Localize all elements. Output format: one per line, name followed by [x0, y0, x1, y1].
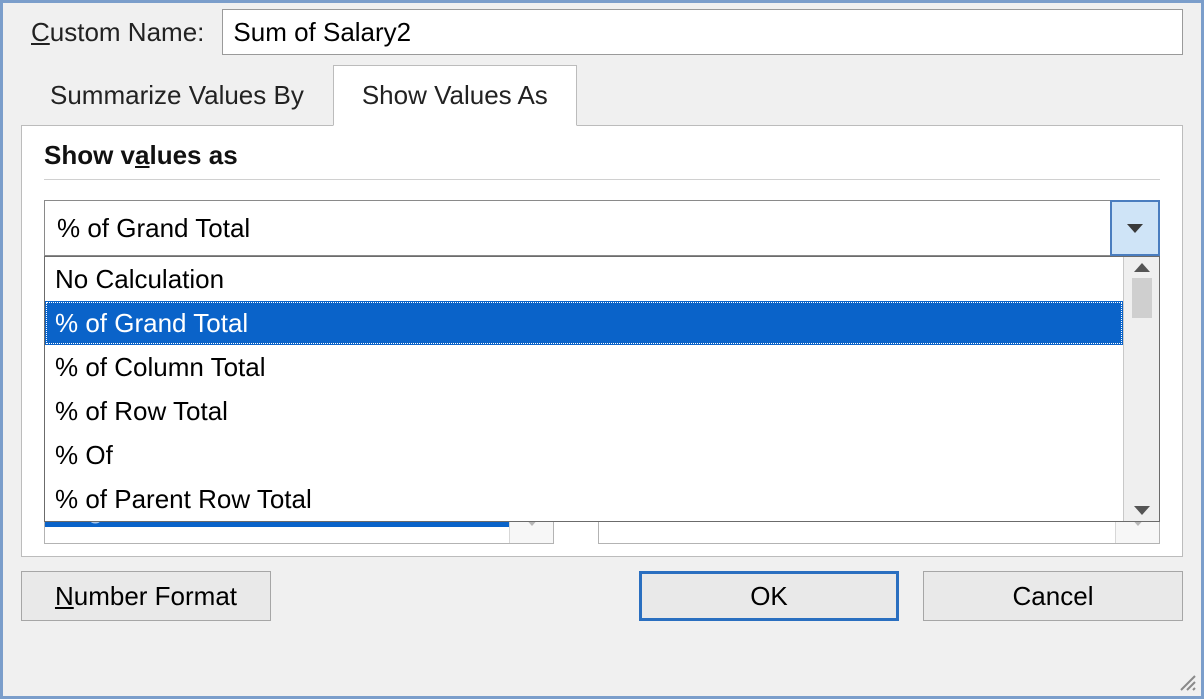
option-percent-grand-total[interactable]: % of Grand Total [45, 301, 1123, 345]
chevron-down-icon [1127, 224, 1143, 233]
dropdown-items: No Calculation % of Grand Total % of Col… [45, 257, 1123, 521]
combo-dropdown-button[interactable] [1110, 200, 1160, 256]
dropdown-scrollbar[interactable] [1123, 257, 1159, 521]
combo-dropdown-list: No Calculation % of Grand Total % of Col… [44, 256, 1160, 522]
number-format-button[interactable]: Number Format [21, 571, 271, 621]
resize-grip-icon[interactable] [1175, 670, 1197, 692]
option-percent-parent-row-total[interactable]: % of Parent Row Total [45, 477, 1123, 521]
option-percent-of[interactable]: % Of [45, 433, 1123, 477]
custom-name-label: Custom Name: [31, 17, 204, 48]
tab-summarize-values-by[interactable]: Summarize Values By [21, 65, 333, 126]
divider [44, 179, 1160, 180]
scroll-down-icon[interactable] [1134, 506, 1150, 515]
tab-panel-show-values-as: Show values as % of Grand Total No Calcu… [21, 125, 1183, 557]
value-field-settings-dialog: Custom Name: Summarize Values By Show Va… [0, 0, 1204, 699]
option-percent-column-total[interactable]: % of Column Total [45, 345, 1123, 389]
scroll-thumb[interactable] [1132, 278, 1152, 318]
scroll-up-icon[interactable] [1134, 263, 1150, 272]
ok-button[interactable]: OK [639, 571, 899, 621]
option-percent-row-total[interactable]: % of Row Total [45, 389, 1123, 433]
combo-selected-value: % of Grand Total [44, 200, 1110, 256]
show-values-as-combo[interactable]: % of Grand Total No Calculation % of Gra… [44, 200, 1160, 256]
tab-area: Summarize Values By Show Values As Show … [21, 65, 1183, 557]
custom-name-input[interactable] [222, 9, 1183, 55]
option-no-calculation[interactable]: No Calculation [45, 257, 1123, 301]
custom-name-row: Custom Name: [3, 3, 1201, 65]
section-title: Show values as [44, 140, 1160, 171]
dialog-button-row: Number Format OK Cancel [3, 557, 1201, 621]
tab-show-values-as[interactable]: Show Values As [333, 65, 577, 126]
tab-row: Summarize Values By Show Values As [21, 65, 1183, 126]
cancel-button[interactable]: Cancel [923, 571, 1183, 621]
